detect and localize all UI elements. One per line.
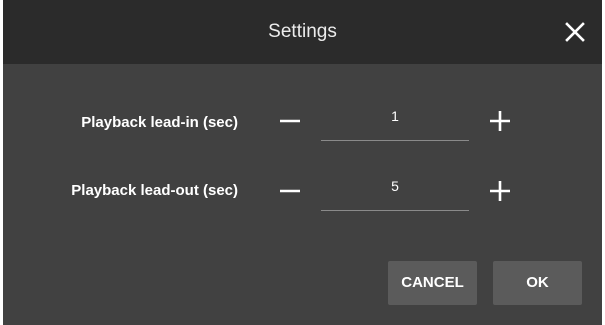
lead-in-input[interactable]: 1 xyxy=(321,106,469,141)
cancel-button[interactable]: CANCEL xyxy=(388,261,477,305)
ok-button[interactable]: OK xyxy=(493,261,582,305)
plus-icon xyxy=(490,111,510,131)
lead-in-label: Playback lead-in (sec) xyxy=(81,114,238,131)
lead-out-input[interactable]: 5 xyxy=(321,176,469,211)
lead-out-value: 5 xyxy=(391,178,399,194)
minus-icon xyxy=(280,119,300,123)
close-button[interactable] xyxy=(561,18,589,46)
lead-out-label: Playback lead-out (sec) xyxy=(71,182,238,199)
close-icon xyxy=(565,22,585,42)
plus-icon xyxy=(490,181,510,201)
lead-out-increment-button[interactable] xyxy=(485,176,515,206)
lead-in-decrement-button[interactable] xyxy=(275,106,305,136)
lead-in-increment-button[interactable] xyxy=(485,106,515,136)
dialog-titlebar: Settings xyxy=(3,0,602,64)
dialog-title: Settings xyxy=(268,21,337,42)
minus-icon xyxy=(280,189,300,193)
lead-out-decrement-button[interactable] xyxy=(275,176,305,206)
lead-in-value: 1 xyxy=(391,108,399,124)
settings-dialog: Settings Playback lead-in (sec) 1 Playba… xyxy=(3,0,602,325)
